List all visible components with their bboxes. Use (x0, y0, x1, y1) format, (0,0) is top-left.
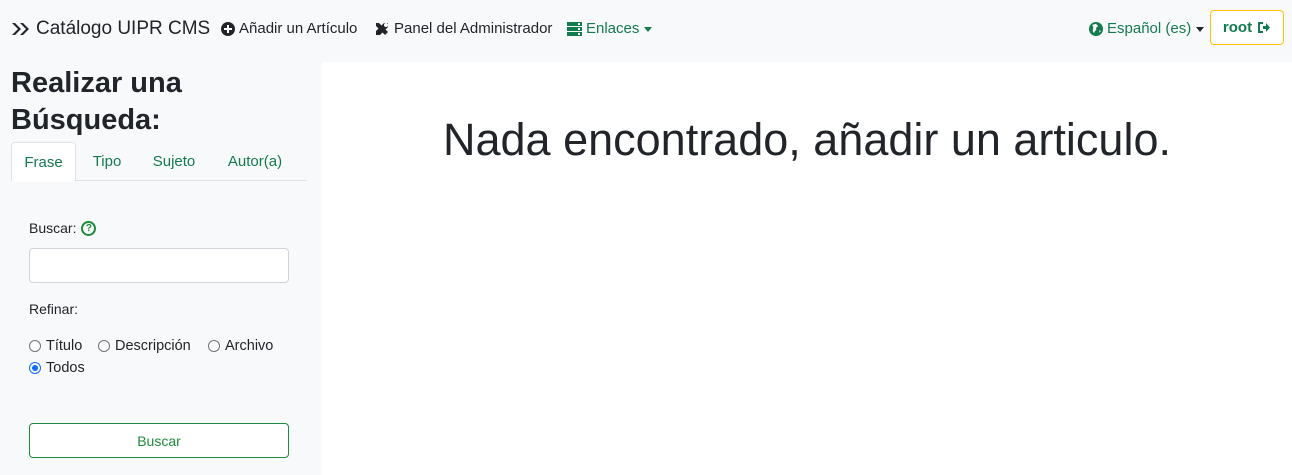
links-dropdown[interactable]: Enlaces (567, 20, 653, 37)
brand-text: Catálogo UIPR CMS (36, 18, 211, 39)
search-label-row: Buscar: ? (29, 220, 97, 236)
radio-todos-circle[interactable] (29, 362, 41, 374)
radio-todos-label: Todos (46, 360, 85, 376)
results-panel: Nada encontrado, añadir un articulo. (322, 62, 1292, 475)
add-article-label: Añadir un Artículo (239, 20, 358, 37)
tab-sujeto[interactable]: Sujeto (144, 142, 204, 181)
chevron-down-icon (1196, 26, 1205, 32)
server-icon (567, 21, 582, 36)
tab-tipo[interactable]: Tipo (81, 142, 133, 181)
radio-descripcion-circle[interactable] (98, 340, 110, 352)
add-article-link[interactable]: Añadir un Artículo (221, 20, 357, 37)
radio-todos[interactable]: Todos (29, 360, 85, 376)
tools-icon (376, 22, 388, 35)
search-button[interactable]: Buscar (29, 423, 289, 458)
user-label: root (1222, 19, 1253, 36)
tab-frase[interactable]: Frase (11, 142, 76, 182)
admin-panel-link[interactable]: Panel del Administrador (374, 20, 552, 37)
links-label: Enlaces (586, 20, 640, 37)
navbar: Catálogo UIPR CMS Añadir un Artículo Pan… (0, 0, 1292, 60)
radio-descripcion[interactable]: Descripción (98, 338, 191, 354)
language-label: Español (es) (1107, 20, 1192, 37)
search-input[interactable] (29, 248, 289, 283)
radio-titulo[interactable]: Título (29, 338, 82, 354)
user-logout-button[interactable]: root (1210, 10, 1284, 45)
radio-descripcion-label: Descripción (115, 338, 191, 354)
brand-logo-icon (12, 23, 29, 35)
search-sidebar: Realizar una Búsqueda: Frase Tipo Sujeto… (0, 60, 322, 475)
empty-results-message: Nada encontrado, añadir un articulo. (443, 114, 1171, 165)
language-dropdown[interactable]: Español (es) (1089, 20, 1205, 37)
search-label: Buscar: (29, 220, 77, 236)
search-title: Realizar una Búsqueda: (11, 67, 182, 136)
refine-label: Refinar: (29, 301, 79, 317)
radio-archivo-label: Archivo (225, 338, 274, 354)
brand-link[interactable]: Catálogo UIPR CMS (11, 18, 210, 40)
help-icon[interactable]: ? (81, 220, 97, 236)
search-tabs: Frase Tipo Sujeto Autor(a) (11, 142, 307, 182)
radio-titulo-label: Título (46, 338, 83, 354)
globe-icon (1089, 21, 1103, 36)
plus-circle-icon (221, 21, 235, 36)
radio-archivo-circle[interactable] (208, 340, 220, 352)
chevron-down-icon (644, 26, 653, 32)
sign-out-icon (1258, 22, 1271, 33)
admin-panel-label: Panel del Administrador (394, 20, 553, 37)
radio-archivo[interactable]: Archivo (208, 338, 273, 354)
tab-autor[interactable]: Autor(a) (216, 142, 294, 181)
radio-titulo-circle[interactable] (29, 340, 41, 352)
